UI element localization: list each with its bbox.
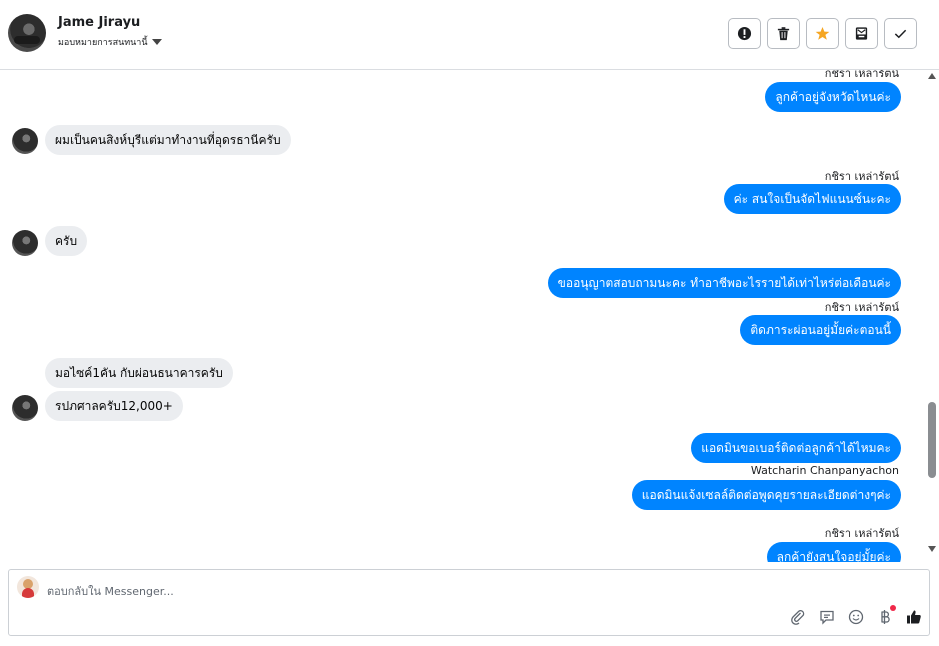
outgoing-message[interactable]: ติดภาระผ่อนอยู่มั้ยค่ะตอนนี้	[740, 315, 901, 345]
composer-tools	[789, 605, 923, 626]
emoji-button[interactable]	[847, 608, 865, 626]
outgoing-message[interactable]: แอดมินแจ้งเซลล์ติดต่อพูดคุยรายละเอียดต่า…	[631, 480, 901, 510]
chat-bubble-icon	[820, 610, 834, 625]
incoming-message[interactable]: รปภศาลครับ12,000+	[45, 391, 183, 421]
report-spam-button[interactable]	[728, 18, 761, 49]
saved-replies-button[interactable]	[818, 608, 836, 626]
conversation-header: Jame Jirayu มอบหมายการสนทนานี้	[0, 0, 939, 70]
scroll-up-arrow-icon[interactable]	[928, 73, 936, 79]
scrollbar[interactable]	[925, 70, 939, 562]
page-avatar	[17, 576, 39, 598]
incoming-message[interactable]: ครับ	[45, 226, 88, 256]
mark-done-button[interactable]	[884, 18, 917, 49]
paperclip-icon	[791, 610, 805, 625]
conversation-toolbar	[728, 18, 917, 49]
caret-down-icon	[151, 39, 162, 45]
smiley-icon	[848, 609, 864, 625]
outgoing-message[interactable]: ลูกค้าอยู่จังหวัดไหนค่ะ	[765, 82, 901, 112]
contact-avatar-small	[12, 395, 38, 421]
sender-label: กชิรา เหล่ารัตน์	[824, 301, 899, 314]
baht-icon	[881, 610, 890, 624]
trash-icon	[777, 27, 790, 41]
like-button[interactable]	[905, 608, 923, 626]
move-inbox-button[interactable]	[845, 18, 878, 49]
reply-input[interactable]	[47, 583, 647, 599]
inbox-icon	[855, 27, 868, 40]
delete-button[interactable]	[767, 18, 800, 49]
thumbs-up-icon	[907, 610, 921, 624]
contact-avatar-small	[12, 230, 38, 256]
star-icon	[815, 26, 830, 40]
outgoing-message[interactable]: ค่ะ สนใจเป็นจัดไฟแนนซ์นะคะ	[723, 184, 901, 214]
sender-label: กชิรา เหล่ารัตน์	[824, 527, 899, 540]
payment-button[interactable]	[876, 605, 896, 626]
contact-avatar-small	[12, 128, 38, 154]
attach-button[interactable]	[789, 608, 807, 626]
star-button[interactable]	[806, 18, 839, 49]
outgoing-message[interactable]: ขออนุญาตสอบถามนะคะ ทำอาชีพอะไรรายได้เท่า…	[547, 268, 901, 298]
reply-composer	[8, 569, 930, 636]
incoming-message[interactable]: ผมเป็นคนสิงห์บุรีแต่มาทำงานที่อุดรธานีคร…	[45, 125, 291, 155]
notification-dot	[890, 605, 896, 611]
assign-label: มอบหมายการสนทนานี้	[58, 38, 148, 48]
sender-label: กชิรา เหล่ารัตน์	[824, 70, 899, 80]
sender-label: Watcharin Chanpanyachon	[750, 464, 899, 477]
alert-icon	[737, 26, 752, 41]
message-thread[interactable]: กชิรา เหล่ารัตน์ ลูกค้าอยู่จังหวัดไหนค่ะ…	[0, 70, 939, 562]
check-icon	[894, 29, 907, 39]
sender-label: กชิรา เหล่ารัตน์	[824, 170, 899, 183]
outgoing-message[interactable]: แอดมินขอเบอร์ติดต่อลูกค้าได้ไหมคะ	[691, 433, 901, 463]
incoming-message[interactable]: มอไซค์1คัน กับผ่อนธนาคารครับ	[45, 358, 233, 388]
scrollbar-thumb[interactable]	[928, 402, 936, 478]
contact-name[interactable]: Jame Jirayu	[58, 15, 140, 30]
outgoing-message[interactable]: ลูกค้ายังสนใจอยู่มั้ยค่ะ	[766, 542, 901, 562]
scroll-down-arrow-icon[interactable]	[928, 546, 936, 552]
assign-conversation-dropdown[interactable]: มอบหมายการสนทนานี้	[58, 35, 162, 49]
contact-avatar[interactable]	[8, 14, 46, 52]
